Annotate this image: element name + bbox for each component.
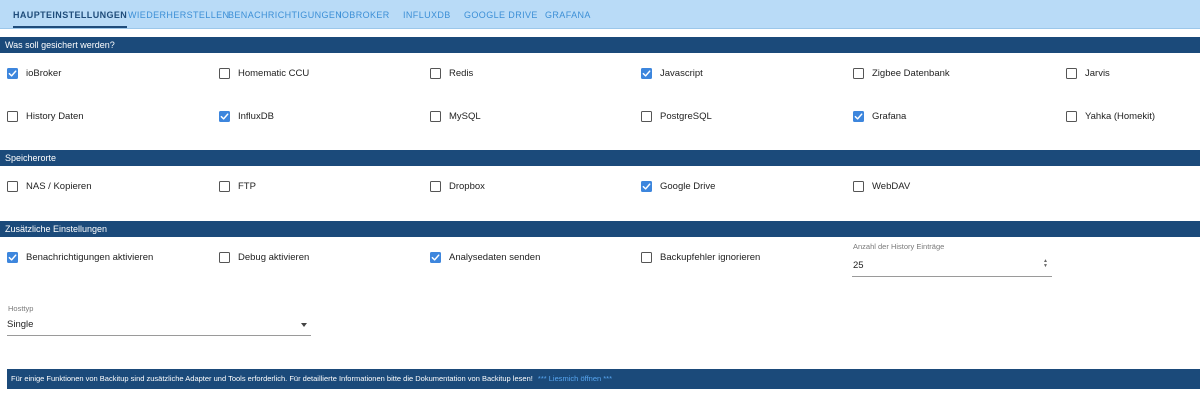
checkbox-item-mysql[interactable]: MySQL	[430, 107, 481, 125]
tab-wiederherstellen[interactable]: WIEDERHERSTELLEN	[128, 0, 229, 28]
checkbox-label: Debug aktivieren	[238, 251, 310, 263]
checkbox-label: Benachrichtigungen aktivieren	[26, 251, 154, 263]
host-type-select[interactable]: Single	[7, 314, 311, 336]
checkbox-checked-icon[interactable]	[219, 110, 230, 122]
checkbox-item-ftp[interactable]: FTP	[219, 177, 256, 195]
tab-iobroker[interactable]: IOBROKER	[339, 0, 390, 28]
checkbox-item-debug-aktivieren[interactable]: Debug aktivieren	[219, 248, 309, 266]
host-type-label: Hosttyp	[8, 304, 34, 313]
tab-haupteinstellungen[interactable]: HAUPTEINSTELLUNGEN	[13, 0, 128, 28]
tab-benachrichtigungen[interactable]: BENACHRICHTIGUNGEN	[228, 0, 342, 28]
checkbox-label: ioBroker	[26, 67, 62, 79]
checkbox-checked-icon[interactable]	[430, 251, 441, 263]
checkbox-unchecked-icon[interactable]	[430, 110, 441, 122]
checkbox-unchecked-icon[interactable]	[7, 180, 18, 192]
checkbox-item-backupfehler-ignorieren[interactable]: Backupfehler ignorieren	[641, 248, 760, 266]
checkbox-item-google-drive[interactable]: Google Drive	[641, 177, 715, 195]
checkbox-unchecked-icon[interactable]	[219, 67, 230, 79]
checkbox-item-redis[interactable]: Redis	[430, 64, 473, 82]
checkbox-label: Google Drive	[660, 180, 716, 192]
checkbox-unchecked-icon[interactable]	[853, 180, 864, 192]
checkbox-unchecked-icon[interactable]	[641, 251, 652, 263]
tab-google-drive[interactable]: GOOGLE DRIVE	[464, 0, 538, 28]
checkbox-item-javascript[interactable]: Javascript	[641, 64, 703, 82]
checkbox-label: InfluxDB	[238, 110, 274, 122]
checkbox-checked-icon[interactable]	[641, 180, 652, 192]
section-header-storage: Speicherorte	[0, 150, 1200, 166]
checkbox-label: FTP	[238, 180, 256, 192]
checkbox-label: Jarvis	[1085, 67, 1110, 79]
checkbox-unchecked-icon[interactable]	[219, 180, 230, 192]
checkbox-checked-icon[interactable]	[641, 67, 652, 79]
checkbox-label: MySQL	[449, 110, 481, 122]
checkbox-item-benachrichtigungen-aktivieren[interactable]: Benachrichtigungen aktivieren	[7, 248, 153, 266]
checkbox-label: Zigbee Datenbank	[872, 67, 950, 79]
checkbox-unchecked-icon[interactable]	[853, 67, 864, 79]
readme-link[interactable]: *** Liesmich öffnen ***	[538, 374, 612, 383]
checkbox-unchecked-icon[interactable]	[1066, 110, 1077, 122]
checkbox-item-grafana[interactable]: Grafana	[853, 107, 906, 125]
checkbox-item-analysedaten-senden[interactable]: Analysedaten senden	[430, 248, 540, 266]
checkbox-label: Homematic CCU	[238, 67, 310, 79]
checkbox-label: Yahka (Homekit)	[1085, 110, 1156, 122]
checkbox-label: Javascript	[660, 67, 703, 79]
spinner-icon[interactable]: ▲ ▼	[1041, 258, 1050, 270]
section-header-backup: Was soll gesichert werden?	[0, 37, 1200, 53]
checkbox-item-history-daten[interactable]: History Daten	[7, 107, 84, 125]
checkbox-unchecked-icon[interactable]	[430, 67, 441, 79]
tab-bar: HAUPTEINSTELLUNGEN WIEDERHERSTELLEN BENA…	[0, 0, 1200, 29]
checkbox-item-webdav[interactable]: WebDAV	[853, 177, 910, 195]
checkbox-unchecked-icon[interactable]	[641, 110, 652, 122]
history-count-value: 25	[853, 260, 864, 271]
checkbox-unchecked-icon[interactable]	[1066, 67, 1077, 79]
checkbox-checked-icon[interactable]	[7, 251, 18, 263]
checkbox-label: Dropbox	[449, 180, 485, 192]
host-type-value: Single	[7, 319, 34, 330]
checkbox-checked-icon[interactable]	[7, 67, 18, 79]
checkbox-unchecked-icon[interactable]	[219, 251, 230, 263]
checkbox-label: Grafana	[872, 110, 907, 122]
history-count-label: Anzahl der History Einträge	[853, 242, 945, 251]
checkbox-item-homematic-ccu[interactable]: Homematic CCU	[219, 64, 309, 82]
checkbox-label: Backupfehler ignorieren	[660, 251, 761, 263]
checkbox-item-iobroker[interactable]: ioBroker	[7, 64, 61, 82]
checkbox-unchecked-icon[interactable]	[430, 180, 441, 192]
info-text: Für einige Funktionen von Backitup sind …	[11, 374, 533, 383]
tab-grafana[interactable]: GRAFANA	[545, 0, 591, 28]
checkbox-item-jarvis[interactable]: Jarvis	[1066, 64, 1110, 82]
checkbox-label: History Daten	[26, 110, 84, 122]
section-header-extra: Zusätzliche Einstellungen	[0, 221, 1200, 237]
checkbox-label: WebDAV	[872, 180, 911, 192]
checkbox-label: PostgreSQL	[660, 110, 712, 122]
checkbox-item-nas-kopieren[interactable]: NAS / Kopieren	[7, 177, 91, 195]
checkbox-item-dropbox[interactable]: Dropbox	[430, 177, 485, 195]
checkbox-unchecked-icon[interactable]	[7, 110, 18, 122]
checkbox-item-yahka-homekit[interactable]: Yahka (Homekit)	[1066, 107, 1155, 125]
checkbox-item-influxdb[interactable]: InfluxDB	[219, 107, 274, 125]
dropdown-arrow-icon	[301, 323, 307, 327]
tab-influxdb[interactable]: INFLUXDB	[403, 0, 451, 28]
checkbox-item-zigbee-datenbank[interactable]: Zigbee Datenbank	[853, 64, 950, 82]
info-banner: Für einige Funktionen von Backitup sind …	[7, 369, 1200, 389]
checkbox-checked-icon[interactable]	[853, 110, 864, 122]
checkbox-item-postgresql[interactable]: PostgreSQL	[641, 107, 712, 125]
checkbox-label: NAS / Kopieren	[26, 180, 92, 192]
checkbox-label: Redis	[449, 67, 474, 79]
history-count-input[interactable]: 25 ▲ ▼	[852, 255, 1052, 277]
checkbox-label: Analysedaten senden	[449, 251, 541, 263]
